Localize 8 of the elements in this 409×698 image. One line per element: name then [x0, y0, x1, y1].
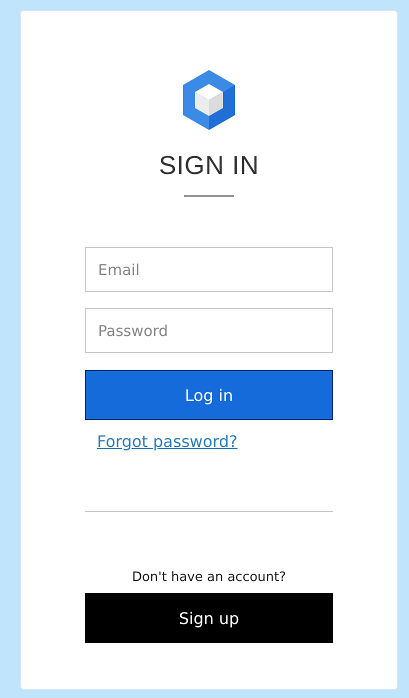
signup-button[interactable]: Sign up	[85, 593, 333, 643]
password-field[interactable]: Password	[85, 308, 333, 353]
page-title: SIGN IN	[158, 150, 260, 180]
forgot-password-link[interactable]: Forgot password?	[97, 432, 238, 451]
email-field[interactable]: Email	[85, 247, 333, 292]
signup-prompt: Don't have an account?	[132, 570, 286, 585]
cube-logo-icon	[183, 70, 235, 130]
login-button[interactable]: Log in	[85, 370, 333, 420]
